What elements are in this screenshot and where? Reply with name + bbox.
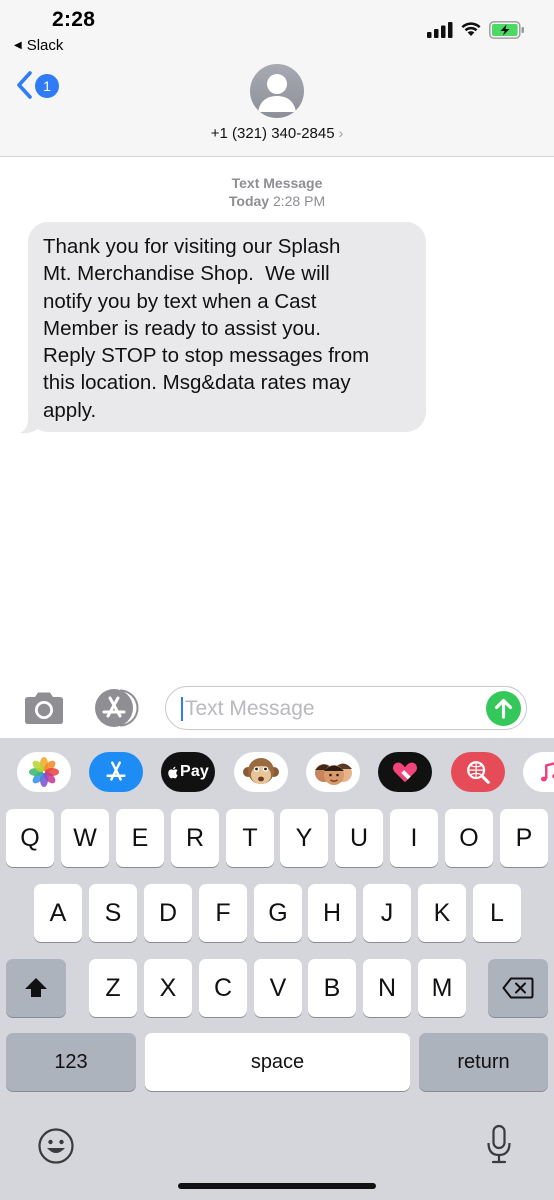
app-store-drawer-icon[interactable] bbox=[94, 689, 142, 727]
photos-flower-icon bbox=[29, 757, 59, 787]
images-search-icon[interactable] bbox=[451, 752, 505, 792]
key-b[interactable]: B bbox=[308, 959, 356, 1017]
key-s[interactable]: S bbox=[89, 884, 137, 942]
home-indicator[interactable] bbox=[178, 1183, 376, 1189]
key-d[interactable]: D bbox=[144, 884, 192, 942]
key-q[interactable]: Q bbox=[6, 809, 54, 867]
key-x[interactable]: X bbox=[144, 959, 192, 1017]
monkey-face-icon bbox=[243, 758, 279, 784]
key-r[interactable]: R bbox=[171, 809, 219, 867]
message-line: Thank you for visiting our Splash bbox=[43, 235, 341, 258]
key-o[interactable]: O bbox=[445, 809, 493, 867]
key-i[interactable]: I bbox=[390, 809, 438, 867]
microphone-icon[interactable] bbox=[486, 1124, 512, 1166]
message-input[interactable]: Text Message bbox=[165, 686, 527, 730]
contact-avatar[interactable] bbox=[250, 64, 304, 118]
photos-app-icon[interactable] bbox=[17, 752, 71, 792]
key-k[interactable]: K bbox=[418, 884, 466, 942]
timestamp-day: Today bbox=[228, 193, 270, 209]
message-line: Reply STOP to stop messages from bbox=[43, 344, 370, 368]
status-bar: 2:28 ◀ Slack bbox=[0, 0, 554, 60]
key-e[interactable]: E bbox=[116, 809, 164, 867]
imessage-app-drawer: Pay bbox=[0, 738, 554, 804]
timestamp-time: 2:28 PM bbox=[272, 193, 326, 209]
apple-logo-icon bbox=[168, 766, 178, 778]
memoji-faces-icon bbox=[315, 763, 352, 785]
person-icon bbox=[258, 74, 296, 112]
message-line: notify you by text when a Cast bbox=[43, 289, 317, 313]
camera-icon[interactable] bbox=[22, 691, 66, 725]
delete-key[interactable] bbox=[488, 959, 548, 1017]
message-input-placeholder: Text Message bbox=[185, 697, 315, 720]
music-note-icon bbox=[540, 762, 554, 782]
key-j[interactable]: J bbox=[363, 884, 411, 942]
key-a[interactable]: A bbox=[34, 884, 82, 942]
key-p[interactable]: P bbox=[500, 809, 548, 867]
apple-pay-icon[interactable]: Pay bbox=[161, 752, 215, 792]
message-line: this location. Msg&data rates may bbox=[43, 371, 351, 395]
music-app-icon[interactable] bbox=[523, 752, 554, 792]
signal-icon bbox=[427, 22, 453, 38]
emoji-icon[interactable] bbox=[37, 1127, 75, 1165]
numbers-key[interactable]: 123 bbox=[6, 1033, 136, 1091]
key-u[interactable]: U bbox=[335, 809, 383, 867]
key-f[interactable]: F bbox=[199, 884, 247, 942]
shift-arrow-icon bbox=[25, 978, 47, 997]
key-m[interactable]: M bbox=[418, 959, 466, 1017]
monkey-animoji-icon[interactable] bbox=[234, 752, 288, 792]
heart-hand-icon bbox=[393, 762, 417, 783]
chevron-right-icon: › bbox=[338, 125, 344, 141]
key-g[interactable]: G bbox=[254, 884, 302, 942]
message-line: Member is ready to assist you. bbox=[43, 316, 321, 340]
back-triangle-icon: ◀ bbox=[14, 40, 22, 51]
back-to-app-link[interactable]: ◀ Slack bbox=[14, 37, 63, 54]
apple-pay-label: Pay bbox=[179, 763, 210, 780]
battery-charging-icon bbox=[489, 21, 524, 39]
key-z[interactable]: Z bbox=[89, 959, 137, 1017]
keyboard: Q W E R T Y U I O P A S D F G H J K L Z … bbox=[0, 804, 554, 1200]
service-label: Text Message bbox=[231, 175, 323, 191]
backspace-icon bbox=[502, 977, 534, 999]
status-time: 2:28 bbox=[52, 8, 96, 31]
arrow-up-icon bbox=[494, 698, 513, 719]
contact-number: +1 (321) 340-2845 bbox=[210, 125, 335, 142]
return-key[interactable]: return bbox=[419, 1033, 548, 1091]
memoji-icon[interactable] bbox=[306, 752, 360, 792]
globe-search-icon bbox=[467, 761, 490, 784]
key-c[interactable]: C bbox=[199, 959, 247, 1017]
app-store-glyph bbox=[106, 761, 126, 781]
incoming-message-bubble[interactable]: Thank you for visiting our Splash Mt. Me… bbox=[28, 222, 426, 432]
wifi-icon bbox=[461, 22, 481, 36]
back-chevron-icon[interactable] bbox=[15, 70, 35, 100]
space-bar[interactable]: space bbox=[145, 1033, 410, 1091]
key-t[interactable]: T bbox=[226, 809, 274, 867]
key-y[interactable]: Y bbox=[280, 809, 328, 867]
message-timestamp: Today 2:28 PM bbox=[0, 193, 554, 209]
message-line: Mt. Merchandise Shop. We will bbox=[43, 262, 330, 286]
key-l[interactable]: L bbox=[473, 884, 521, 942]
unread-count-badge[interactable]: 1 bbox=[35, 74, 59, 98]
contact-name-button[interactable]: +1 (321) 340-2845 › bbox=[0, 125, 554, 142]
key-v[interactable]: V bbox=[254, 959, 302, 1017]
conversation-header: 1 +1 (321) 340-2845 › bbox=[0, 60, 554, 157]
back-app-label: Slack bbox=[26, 37, 64, 54]
key-n[interactable]: N bbox=[363, 959, 411, 1017]
app-store-icon[interactable] bbox=[89, 752, 143, 792]
message-line: apply. bbox=[43, 398, 97, 422]
key-h[interactable]: H bbox=[308, 884, 356, 942]
shift-key[interactable] bbox=[6, 959, 66, 1017]
send-button[interactable] bbox=[486, 691, 521, 726]
digital-touch-icon[interactable] bbox=[378, 752, 432, 792]
text-caret bbox=[181, 697, 183, 721]
key-w[interactable]: W bbox=[61, 809, 109, 867]
